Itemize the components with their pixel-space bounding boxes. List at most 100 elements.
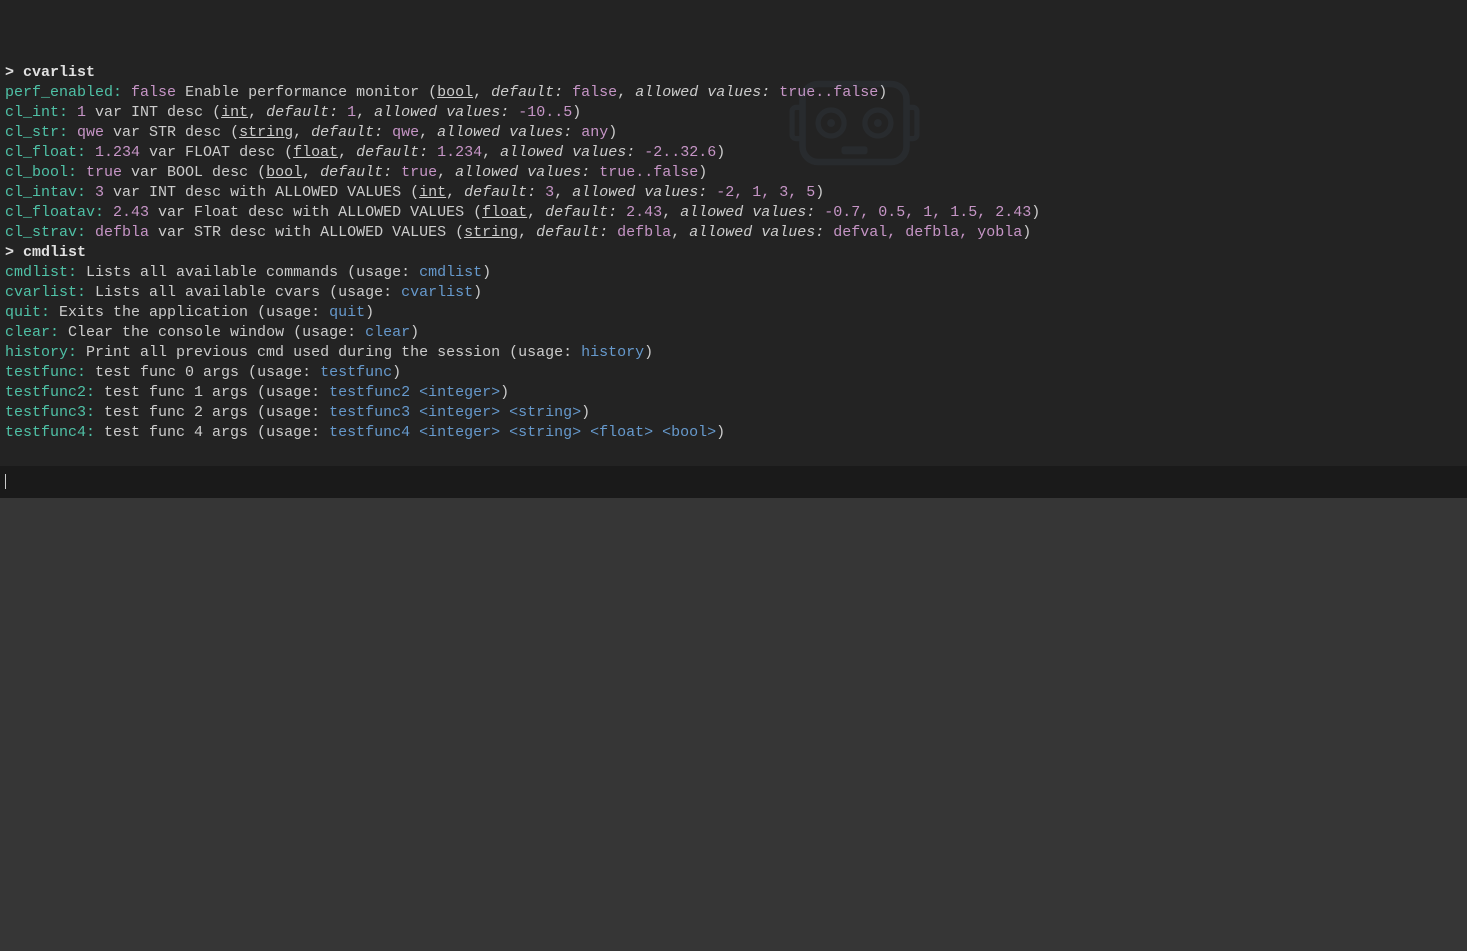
cvar-line: cl_strav: defbla var STR desc with ALLOW… — [5, 223, 1462, 243]
cmd-name: testfunc — [5, 364, 77, 381]
cvar-type: float — [482, 204, 527, 221]
cvar-desc: var FLOAT desc ( — [140, 144, 293, 161]
cvar-desc: Enable performance monitor ( — [176, 84, 437, 101]
entered-command: > cmdlist — [5, 244, 86, 261]
cmd-line: cvarlist: Lists all available cvars (usa… — [5, 283, 1462, 303]
default-label: default: — [320, 164, 392, 181]
default-label: default: — [356, 144, 428, 161]
cvar-default: 2.43 — [626, 204, 662, 221]
prompt-line: > cmdlist — [5, 243, 1462, 263]
cmd-usage: testfunc2 <integer> — [329, 384, 500, 401]
cmd-line: cmdlist: Lists all available commands (u… — [5, 263, 1462, 283]
cmd-name: clear — [5, 324, 50, 341]
cvar-line: cl_bool: true var BOOL desc (bool, defau… — [5, 163, 1462, 183]
cmd-usage: quit — [329, 304, 365, 321]
default-label: default: — [545, 204, 617, 221]
cmd-name: history — [5, 344, 68, 361]
cvar-default: defbla — [617, 224, 671, 241]
cvar-type: string — [464, 224, 518, 241]
cvar-allowed: -0.7, 0.5, 1, 1.5, 2.43 — [824, 204, 1031, 221]
cvar-value: 2.43 — [113, 204, 149, 221]
cvar-name: cl_floatav — [5, 204, 95, 221]
cmd-usage: testfunc4 <integer> <string> <float> <bo… — [329, 424, 716, 441]
usage-label: usage: — [266, 404, 329, 421]
cmd-name: quit — [5, 304, 41, 321]
cvar-desc: var INT desc with ALLOWED VALUES ( — [104, 184, 419, 201]
cvar-value: false — [131, 84, 176, 101]
cmd-desc: test func 0 args ( — [95, 364, 257, 381]
cvar-desc: var STR desc with ALLOWED VALUES ( — [149, 224, 464, 241]
usage-label: usage: — [302, 324, 365, 341]
cmd-desc: test func 2 args ( — [104, 404, 266, 421]
cvar-default: false — [572, 84, 617, 101]
cvar-value: 1.234 — [95, 144, 140, 161]
cvar-allowed: true..false — [779, 84, 878, 101]
cmd-name: cmdlist — [5, 264, 68, 281]
cmd-line: clear: Clear the console window (usage: … — [5, 323, 1462, 343]
console-input-bar[interactable] — [0, 466, 1467, 498]
cmd-desc: Lists all available cvars ( — [95, 284, 338, 301]
usage-label: usage: — [266, 424, 329, 441]
allowed-label: allowed values: — [437, 124, 572, 141]
cmd-usage: history — [581, 344, 644, 361]
cmd-name: testfunc4 — [5, 424, 86, 441]
cvar-line: cl_int: 1 var INT desc (int, default: 1,… — [5, 103, 1462, 123]
usage-label: usage: — [356, 264, 419, 281]
cmd-usage: testfunc — [320, 364, 392, 381]
default-label: default: — [491, 84, 563, 101]
cmd-line: testfunc2: test func 1 args (usage: test… — [5, 383, 1462, 403]
allowed-label: allowed values: — [455, 164, 590, 181]
allowed-label: allowed values: — [572, 184, 707, 201]
allowed-label: allowed values: — [374, 104, 509, 121]
cvar-desc: var Float desc with ALLOWED VALUES ( — [149, 204, 482, 221]
usage-label: usage: — [338, 284, 401, 301]
cvar-value: defbla — [95, 224, 149, 241]
cvar-default: true — [401, 164, 437, 181]
default-label: default: — [464, 184, 536, 201]
cvar-default: 1.234 — [437, 144, 482, 161]
cvar-default: qwe — [392, 124, 419, 141]
cmd-name: testfunc3 — [5, 404, 86, 421]
cvar-type: int — [221, 104, 248, 121]
cmd-line: testfunc: test func 0 args (usage: testf… — [5, 363, 1462, 383]
usage-label: usage: — [257, 364, 320, 381]
cvar-name: cl_strav — [5, 224, 77, 241]
allowed-label: allowed values: — [680, 204, 815, 221]
cmd-line: testfunc3: test func 2 args (usage: test… — [5, 403, 1462, 423]
cmd-name: testfunc2 — [5, 384, 86, 401]
cmd-usage: testfunc3 <integer> <string> — [329, 404, 581, 421]
cvar-line: cl_str: qwe var STR desc (string, defaul… — [5, 123, 1462, 143]
cvar-type: bool — [437, 84, 473, 101]
cvar-allowed: true..false — [599, 164, 698, 181]
allowed-label: allowed values: — [689, 224, 824, 241]
cmd-desc: Lists all available commands ( — [86, 264, 356, 281]
cvar-value: qwe — [77, 124, 104, 141]
cvar-line: cl_intav: 3 var INT desc with ALLOWED VA… — [5, 183, 1462, 203]
cvar-name: cl_float — [5, 144, 77, 161]
cmd-desc: Print all previous cmd used during the s… — [86, 344, 518, 361]
cmd-usage: clear — [365, 324, 410, 341]
cvar-name: cl_int — [5, 104, 59, 121]
cvar-desc: var BOOL desc ( — [122, 164, 266, 181]
cvar-allowed: -2, 1, 3, 5 — [716, 184, 815, 201]
cvar-allowed: -10..5 — [518, 104, 572, 121]
cvar-type: bool — [266, 164, 302, 181]
default-label: default: — [536, 224, 608, 241]
cmd-desc: test func 4 args ( — [104, 424, 266, 441]
default-label: default: — [311, 124, 383, 141]
cmd-usage: cvarlist — [401, 284, 473, 301]
cmd-line: testfunc4: test func 4 args (usage: test… — [5, 423, 1462, 443]
cvar-value: true — [86, 164, 122, 181]
cvar-desc: var INT desc ( — [86, 104, 221, 121]
cvar-type: float — [293, 144, 338, 161]
cvar-line: perf_enabled: false Enable performance m… — [5, 83, 1462, 103]
cvar-value: 1 — [77, 104, 86, 121]
cvar-name: cl_bool — [5, 164, 68, 181]
prompt-line: > cvarlist — [5, 63, 1462, 83]
usage-label: usage: — [266, 384, 329, 401]
cvar-allowed: any — [581, 124, 608, 141]
cvar-value: 3 — [95, 184, 104, 201]
cmd-line: history: Print all previous cmd used dur… — [5, 343, 1462, 363]
cvar-allowed: defval, defbla, yobla — [833, 224, 1022, 241]
allowed-label: allowed values: — [500, 144, 635, 161]
